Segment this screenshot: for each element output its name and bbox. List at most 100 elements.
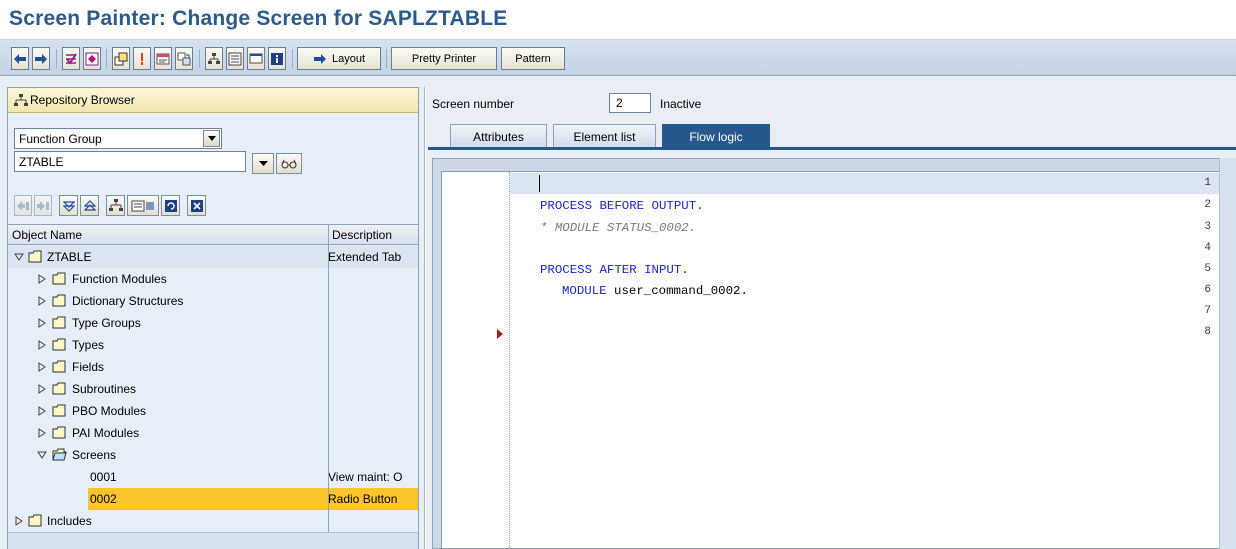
dictionary-icon[interactable]	[154, 47, 172, 70]
code-identifier: user_command_0002.	[606, 284, 748, 298]
tree-node-pbo-modules[interactable]: PBO Modules	[8, 400, 418, 422]
folder-icon	[52, 294, 66, 307]
folder-icon	[52, 360, 66, 373]
screen-status: Inactive	[660, 97, 702, 111]
folder-icon	[52, 316, 66, 329]
tree-node-label: 0002	[90, 492, 117, 506]
toolbar-separator	[106, 49, 107, 68]
object-name-input[interactable]: ZTABLE	[14, 151, 246, 172]
collapsed-triangle-icon[interactable]	[37, 384, 47, 394]
code-comment-line: * MODULE STATUS_0002.	[540, 221, 697, 235]
collapsed-triangle-icon[interactable]	[37, 318, 47, 328]
open-folder-icon	[52, 448, 67, 461]
current-line-marker-icon	[497, 329, 503, 339]
splitter[interactable]	[424, 87, 426, 549]
screen-icon[interactable]	[247, 47, 265, 70]
expanded-triangle-icon[interactable]	[37, 450, 47, 460]
object-name-value: ZTABLE	[19, 154, 64, 169]
tab-underline	[428, 147, 1236, 150]
line-number: 2	[1204, 199, 1211, 211]
previous-object-icon[interactable]	[14, 195, 32, 216]
tree-node-fields[interactable]: Fields	[8, 356, 418, 378]
tab-attributes[interactable]: Attributes	[450, 124, 547, 148]
tree-node-pai-modules[interactable]: PAI Modules	[8, 422, 418, 444]
repository-toolbar	[14, 195, 414, 217]
display-object-list-icon[interactable]	[127, 195, 159, 216]
line-number: 5	[1204, 263, 1211, 275]
tree-node-subroutines[interactable]: Subroutines	[8, 378, 418, 400]
tree-node-function-modules[interactable]: Function Modules	[8, 268, 418, 290]
horizontal-scrollbar[interactable]	[8, 532, 418, 549]
hierarchy-up-icon[interactable]	[106, 195, 125, 216]
other-object-icon[interactable]	[175, 47, 193, 70]
code-keyword: MODULE	[562, 284, 607, 298]
pattern-button[interactable]: Pattern	[501, 47, 565, 70]
pretty-printer-button[interactable]: Pretty Printer	[391, 47, 497, 70]
code-line: PROCESS AFTER INPUT.	[540, 263, 689, 277]
tree-node-label: ZTABLE	[47, 250, 92, 264]
check-icon[interactable]	[62, 47, 80, 70]
text-caret	[539, 175, 540, 192]
hierarchy-icon[interactable]	[205, 47, 223, 70]
title-bar: Screen Painter: Change Screen for SAPLZT…	[0, 0, 1236, 40]
tree-node-label: PBO Modules	[72, 404, 147, 418]
line-number-gutter	[442, 172, 510, 548]
tree-node-label: Screens	[72, 448, 117, 462]
tree-node-screen-0001[interactable]: 0001 View maint: O	[8, 466, 418, 488]
code-line: MODULE user_command_0002.	[562, 284, 748, 298]
dropdown-arrow-icon[interactable]	[252, 153, 274, 174]
tree-node-description: Radio Button	[328, 492, 398, 506]
line-number: 3	[1204, 221, 1211, 233]
activate-icon[interactable]	[83, 47, 101, 70]
tree-node-type-groups[interactable]: Type Groups	[8, 312, 418, 334]
object-type-value: Function Group	[19, 131, 102, 146]
line-number: 8	[1204, 326, 1211, 338]
forward-icon[interactable]	[32, 47, 50, 70]
tree-node-types[interactable]: Types	[8, 334, 418, 356]
tab-element-list[interactable]: Element list	[553, 124, 656, 148]
collapsed-triangle-icon[interactable]	[37, 340, 47, 350]
tree-node-screen-0002[interactable]: 0002 Radio Button	[8, 488, 418, 510]
folder-icon	[52, 404, 66, 417]
tree-node-label: Type Groups	[72, 316, 141, 330]
expand-subtree-icon[interactable]	[59, 195, 78, 216]
folder-icon	[52, 338, 66, 351]
toolbar-separator	[199, 49, 200, 68]
collapsed-triangle-icon[interactable]	[37, 274, 47, 284]
tree-node-root[interactable]: ZTABLE Extended Tab	[8, 246, 418, 268]
chevron-down-icon[interactable]	[203, 130, 220, 147]
collapsed-triangle-icon[interactable]	[37, 296, 47, 306]
vertical-scrollbar[interactable]	[1219, 158, 1236, 549]
collapse-subtree-icon[interactable]	[80, 195, 99, 216]
screen-number-label: Screen number	[432, 97, 515, 111]
line-number: 4	[1204, 242, 1211, 254]
tree-node-dictionary-structures[interactable]: Dictionary Structures	[8, 290, 418, 312]
tree-node-label: Function Modules	[72, 272, 167, 286]
flow-logic-editor[interactable]: 1 2 3 4 5 6 7 8 PROCESS BEFORE OUTPUT. *…	[441, 171, 1226, 549]
display-change-icon[interactable]	[133, 47, 151, 70]
next-object-icon[interactable]	[34, 195, 52, 216]
tree-node-screens[interactable]: Screens	[8, 444, 418, 466]
line-number: 6	[1204, 284, 1211, 296]
tab-flow-logic[interactable]: Flow logic	[662, 124, 770, 148]
collapsed-triangle-icon[interactable]	[37, 362, 47, 372]
back-icon[interactable]	[11, 47, 29, 70]
refresh-icon[interactable]	[161, 195, 180, 216]
close-browser-icon[interactable]	[187, 195, 206, 216]
column-description[interactable]: Description	[328, 225, 418, 244]
column-object-name[interactable]: Object Name	[12, 228, 82, 242]
object-type-select[interactable]: Function Group	[14, 128, 222, 149]
tree-node-includes[interactable]: Includes	[8, 510, 418, 532]
info-icon[interactable]	[268, 47, 286, 70]
layout-button[interactable]: Layout	[297, 47, 381, 70]
column-divider	[328, 245, 329, 549]
expanded-triangle-icon[interactable]	[14, 252, 24, 262]
collapsed-triangle-icon[interactable]	[37, 428, 47, 438]
screen-number-field[interactable]: 2	[609, 93, 651, 113]
element-list-icon[interactable]	[226, 47, 244, 70]
toolbar-separator	[386, 49, 387, 68]
collapsed-triangle-icon[interactable]	[14, 516, 24, 526]
where-used-icon[interactable]	[112, 47, 130, 70]
glasses-display-icon[interactable]	[276, 153, 302, 174]
collapsed-triangle-icon[interactable]	[37, 406, 47, 416]
